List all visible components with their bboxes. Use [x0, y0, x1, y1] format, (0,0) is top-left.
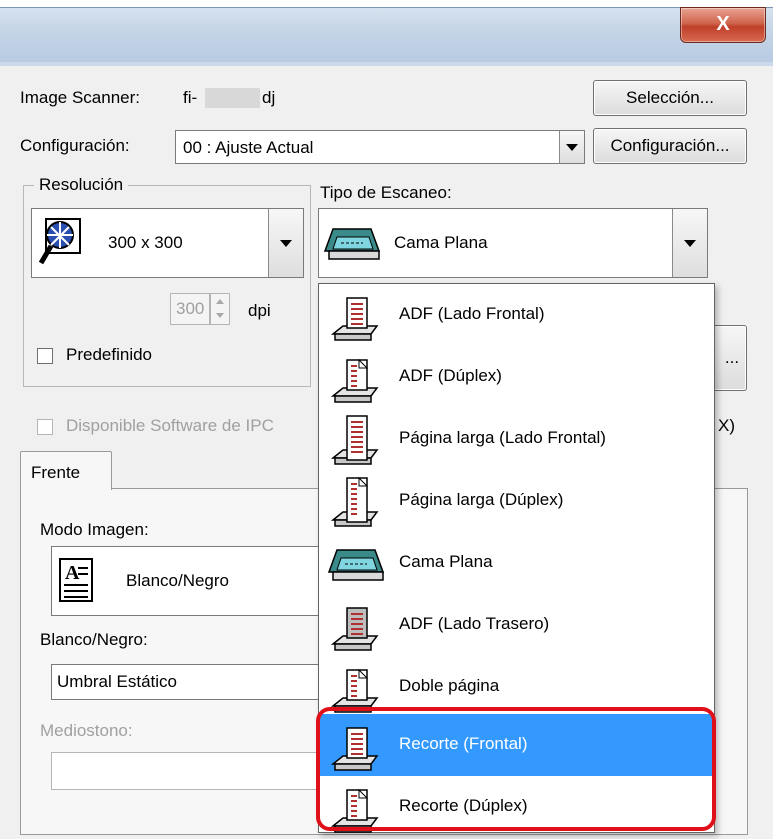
- magnifier-icon: [38, 217, 86, 267]
- scan-type-option[interactable]: ADF (Dúplex): [319, 346, 712, 408]
- resolution-group-label: Resolución: [34, 175, 129, 195]
- config-label: Configuración:: [20, 136, 130, 155]
- flatbed-icon: [327, 542, 385, 592]
- ipc-label-suffix: X): [718, 416, 735, 435]
- scan-type-option[interactable]: Cama Plana: [319, 532, 712, 594]
- scan-type-select[interactable]: Cama Plana: [318, 208, 708, 278]
- resolution-value: 300 x 300: [108, 233, 183, 252]
- tab-front[interactable]: Frente: [20, 451, 112, 490]
- scan-type-dropdown-arrow[interactable]: [672, 209, 707, 277]
- image-mode-label: Modo Imagen:: [40, 520, 149, 539]
- scan-type-value: Cama Plana: [394, 233, 488, 252]
- scan-type-option-label: Página larga (Dúplex): [399, 490, 564, 509]
- bw-value: Umbral Estático: [57, 672, 177, 691]
- bw-label: Blanco/Negro:: [40, 630, 148, 649]
- flatbed-icon: [323, 221, 381, 265]
- spin-up-icon[interactable]: [216, 299, 224, 304]
- scanner-model-suffix: dj: [262, 88, 276, 107]
- scanner-select-button[interactable]: Selección...: [593, 80, 747, 116]
- adf-front-icon: [330, 290, 379, 341]
- predefined-checkbox[interactable]: [37, 348, 53, 364]
- scan-type-option-label: Cama Plana: [399, 552, 493, 571]
- title-bar: [0, 0, 773, 63]
- long-page-front-icon: [330, 414, 379, 465]
- scan-type-option[interactable]: Página larga (Dúplex): [319, 470, 712, 532]
- scanner-model-prefix: fi-: [183, 88, 198, 107]
- dpi-input-value: 300: [176, 299, 205, 318]
- adf-back-icon: [330, 600, 379, 651]
- chevron-down-icon: [684, 239, 696, 247]
- image-mode-value: Blanco/Negro: [126, 571, 230, 590]
- title-bar-edge: [0, 0, 773, 8]
- ipc-label: Disponible Software de IPC: [66, 416, 274, 435]
- chevron-down-icon: [280, 239, 292, 247]
- scanner-label: Image Scanner:: [20, 88, 141, 107]
- scan-type-option-label: ADF (Lado Frontal): [399, 304, 545, 323]
- scan-type-option-label: Página larga (Lado Frontal): [399, 428, 606, 447]
- dpi-spinner[interactable]: [210, 293, 230, 325]
- halftone-label: Mediostono:: [40, 721, 133, 740]
- svg-text:A: A: [65, 562, 80, 584]
- scan-type-label: Tipo de Escaneo:: [320, 183, 452, 202]
- image-mode-select[interactable]: A Blanco/Negro: [51, 546, 343, 616]
- scan-type-option-label: ADF (Dúplex): [399, 366, 502, 385]
- scan-type-option[interactable]: ADF (Lado Frontal): [319, 284, 712, 346]
- scan-type-option[interactable]: ADF (Lado Trasero): [319, 594, 712, 656]
- resolution-select[interactable]: 300 x 300: [31, 208, 304, 278]
- dpi-unit-label: dpi: [248, 301, 271, 320]
- predefined-label: Predefinido: [66, 345, 153, 364]
- scan-type-option-label: Doble página: [399, 676, 500, 695]
- tab-front-label: Frente: [31, 463, 81, 482]
- bw-select[interactable]: Umbral Estático: [51, 664, 343, 700]
- ipc-checkbox[interactable]: [37, 419, 53, 435]
- callout-highlight: [316, 707, 716, 831]
- config-button[interactable]: Configuración...: [593, 128, 747, 164]
- window-frame-edge: [0, 62, 773, 66]
- scan-type-option[interactable]: Página larga (Lado Frontal): [319, 408, 712, 470]
- resolution-dropdown-arrow[interactable]: [268, 209, 303, 277]
- halftone-select[interactable]: [51, 752, 343, 790]
- config-select[interactable]: 00 : Ajuste Actual: [175, 130, 585, 164]
- double-page-icon: [330, 662, 379, 713]
- dpi-input[interactable]: 300: [170, 293, 210, 325]
- chevron-down-icon: [566, 143, 578, 151]
- long-page-duplex-icon: [330, 476, 379, 527]
- close-button[interactable]: X: [680, 7, 766, 43]
- text-document-icon: A: [58, 557, 96, 603]
- adf-duplex-icon: [330, 352, 379, 403]
- config-dropdown-arrow[interactable]: [559, 131, 584, 163]
- scan-type-option-label: ADF (Lado Trasero): [399, 614, 550, 633]
- redacted-model-block: [205, 88, 260, 108]
- more-options-label: ...: [724, 348, 740, 367]
- config-select-value: 00 : Ajuste Actual: [183, 138, 314, 157]
- spin-down-icon[interactable]: [216, 313, 224, 318]
